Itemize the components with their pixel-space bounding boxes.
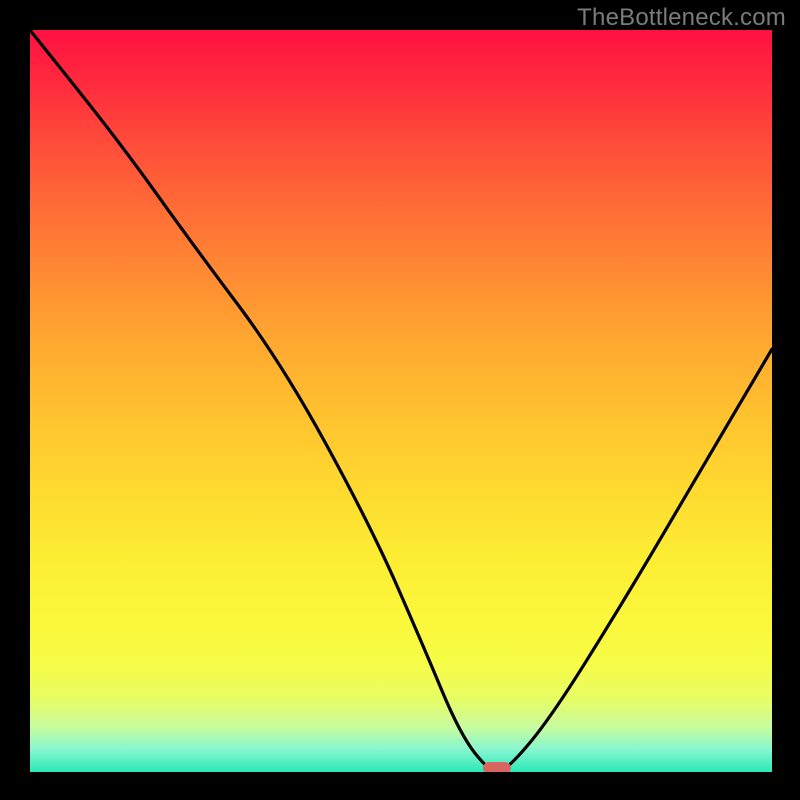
curve-path [30,30,772,772]
watermark-text: TheBottleneck.com [577,4,786,32]
plot-area [30,30,772,772]
bottleneck-curve [30,30,772,772]
optimal-marker [483,762,511,772]
